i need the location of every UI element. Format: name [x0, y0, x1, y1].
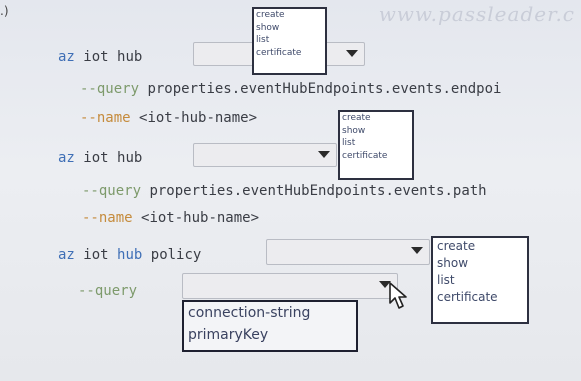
line-az-iot-hub-1: az iot hub — [58, 49, 142, 65]
option-primarykey[interactable]: primaryKey — [184, 324, 356, 346]
query-value: properties.eventHubEndpoints.events.endp… — [147, 81, 502, 97]
option-create[interactable]: create — [433, 238, 527, 255]
option-show[interactable]: show — [433, 255, 527, 272]
line-az-iot-hub-policy: az iot hub policy — [58, 247, 201, 263]
query-flag: --query — [78, 283, 138, 299]
command-text-iot: iot — [83, 247, 109, 263]
line-query-1: --query properties.eventHubEndpoints.eve… — [80, 81, 501, 97]
option-certificate[interactable]: certificate — [254, 47, 325, 60]
line-az-iot-hub-2: az iot hub — [58, 150, 142, 166]
command-text-policy: policy — [150, 247, 202, 263]
dropdown-1-options: create show list certificate — [252, 7, 327, 75]
az-keyword: az — [58, 247, 75, 263]
option-list[interactable]: list — [254, 34, 325, 47]
command-text: iot hub — [83, 150, 143, 166]
query-value: properties.eventHubEndpoints.events.path — [149, 183, 487, 199]
name-value: <iot-hub-name> — [139, 110, 258, 126]
line-name-1: --name <iot-hub-name> — [80, 110, 257, 126]
query-flag: --query — [82, 183, 142, 199]
option-list[interactable]: list — [433, 272, 527, 289]
option-certificate[interactable]: certificate — [433, 289, 527, 306]
line-name-2: --name <iot-hub-name> — [82, 210, 259, 226]
option-list[interactable]: list — [340, 137, 412, 150]
option-certificate[interactable]: certificate — [340, 150, 412, 163]
name-flag: --name — [80, 110, 131, 126]
option-show[interactable]: show — [340, 125, 412, 138]
option-create[interactable]: create — [340, 112, 412, 125]
option-show[interactable]: show — [254, 22, 325, 35]
question-marker: .) — [0, 4, 9, 18]
caret-down-icon[interactable] — [411, 247, 423, 254]
az-keyword: az — [58, 49, 75, 65]
caret-down-icon[interactable] — [346, 50, 358, 57]
option-create[interactable]: create — [254, 9, 325, 22]
watermark: www.passleader.c — [378, 2, 575, 26]
dropdown-3-options: create show list certificate — [431, 236, 529, 324]
line-query-2: --query properties.eventHubEndpoints.eve… — [82, 183, 487, 199]
dropdown-4-options: connection-string primaryKey — [182, 300, 358, 352]
dropdown-2[interactable] — [193, 143, 337, 167]
query-flag: --query — [80, 81, 140, 97]
caret-down-icon[interactable] — [318, 151, 330, 158]
dropdown-4[interactable] — [182, 273, 398, 299]
name-value: <iot-hub-name> — [141, 210, 260, 226]
mouse-pointer-icon — [389, 282, 407, 309]
command-text: iot hub — [83, 49, 143, 65]
name-flag: --name — [82, 210, 133, 226]
dropdown-2-options: create show list certificate — [338, 110, 414, 180]
az-keyword: az — [58, 150, 75, 166]
exam-screen: .) www.passleader.c az iot hub create sh… — [0, 0, 581, 381]
option-connection-string[interactable]: connection-string — [184, 302, 356, 324]
command-text-hub: hub — [117, 247, 143, 263]
dropdown-3[interactable] — [266, 239, 430, 265]
line-query-3: --query — [78, 283, 137, 299]
